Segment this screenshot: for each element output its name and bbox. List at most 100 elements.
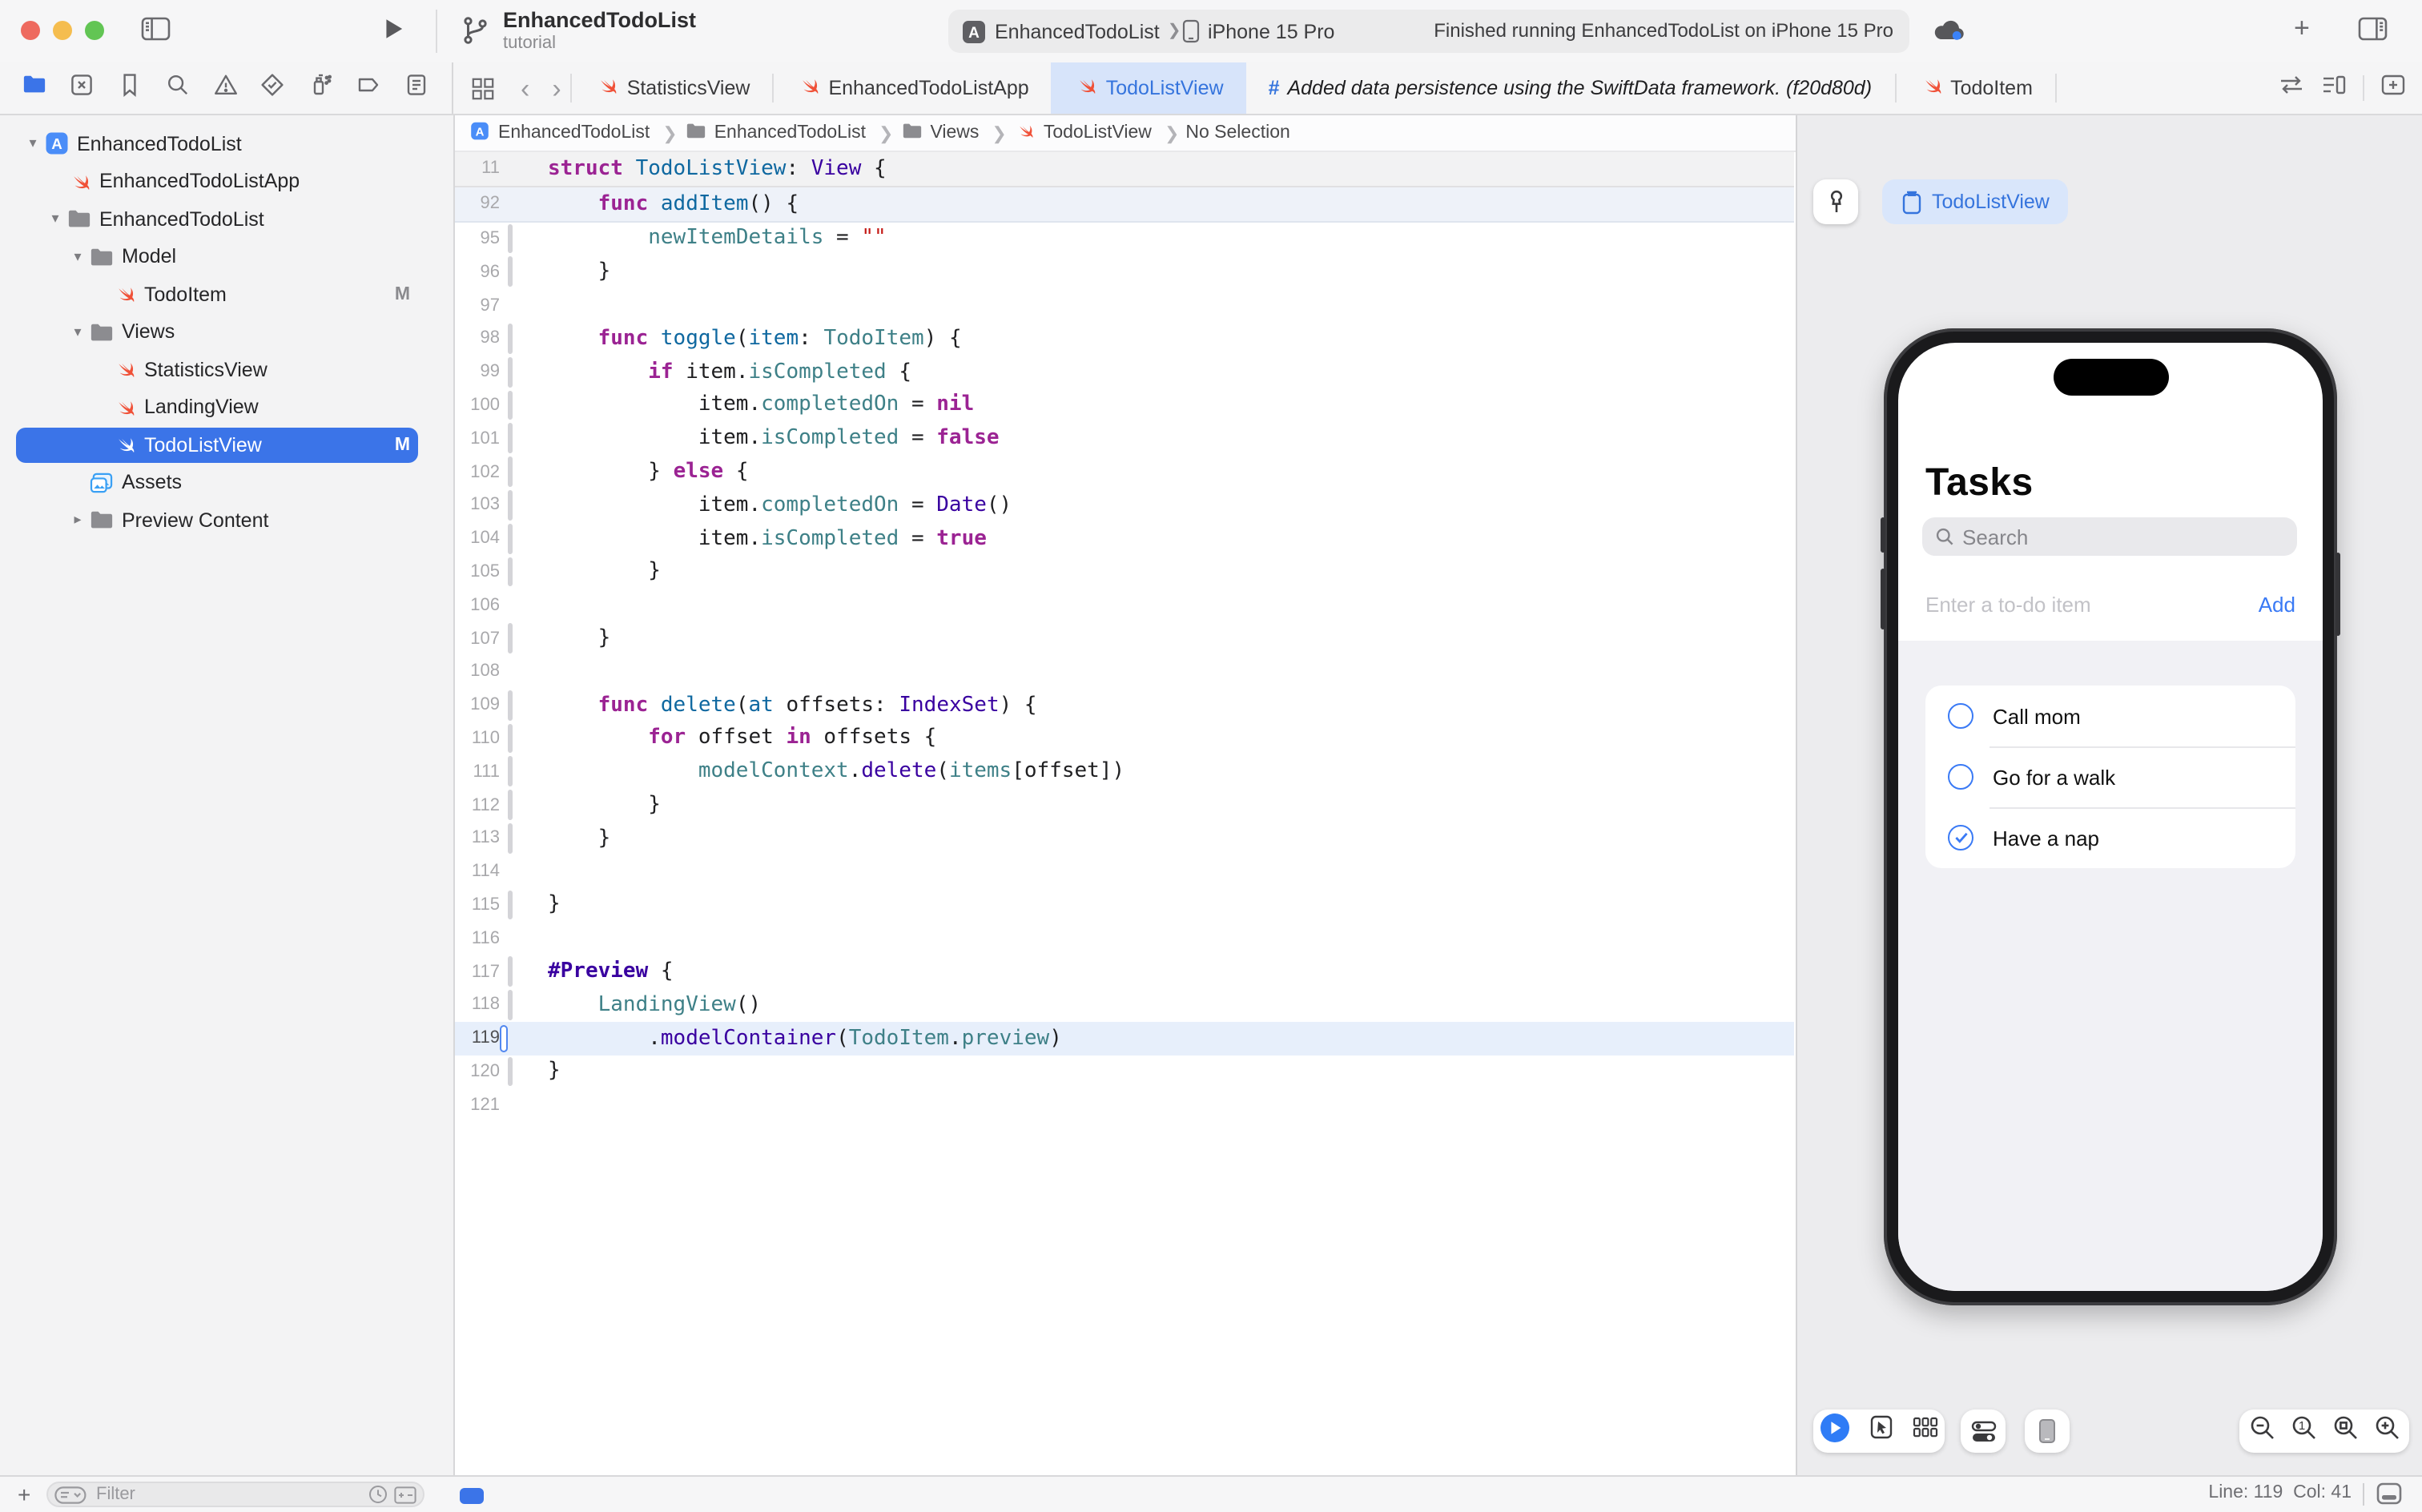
tests-navigator-icon[interactable] [260,71,286,105]
tab-todoitem[interactable]: TodoItem [1896,62,2055,114]
debug-navigator-icon[interactable] [308,71,334,105]
run-button[interactable] [381,16,405,50]
code-line-104: 104 item.isCompleted = true [455,522,1794,556]
disclosure-chevron-icon[interactable]: ▾ [67,248,88,266]
sidebar-item-assets[interactable]: Assets [0,464,453,501]
new-tab-button[interactable]: + [2294,13,2310,45]
todo-item[interactable]: Call mom [1925,686,2295,746]
preview-device-button[interactable] [2025,1409,2070,1453]
sidebar-item-statisticsview[interactable]: StatisticsView [0,351,453,388]
go-forward-button[interactable]: › [552,74,561,102]
run-destination-selector[interactable]: iPhone 15 Pro [1182,14,1334,48]
sidebar-item-enhancedtodolistapp[interactable]: EnhancedTodoListApp [0,163,453,200]
phone-power-button [2336,553,2340,636]
left-sidebar-toggle-icon[interactable] [141,16,171,50]
pin-preview-button[interactable] [1813,179,1858,224]
right-sidebar-toggle-icon[interactable] [2358,16,2388,50]
disclosure-chevron-icon[interactable]: ▾ [22,135,43,153]
todo-item[interactable]: Go for a walk [1925,746,2295,807]
tab-label: EnhancedTodoListApp [828,77,1028,99]
app-title: Tasks [1925,461,2034,506]
breadcrumb-item[interactable]: Views [899,120,979,146]
breadcrumb-item[interactable]: No Selection [1185,123,1289,143]
go-back-button[interactable]: ‹ [521,74,529,102]
editor-options-icon[interactable] [2321,73,2347,103]
sidebar-item-enhancedtodolist[interactable]: ▾AEnhancedTodoList [0,125,453,163]
tab-added[interactable]: #Added data persistence using the SwiftD… [1246,62,1895,114]
file-name: TodoItem [144,284,227,306]
breakpoints-navigator-icon[interactable] [356,71,381,105]
jump-bar: AEnhancedTodoList ❯ EnhancedTodoList ❯ Views… [455,115,1807,152]
todo-unchecked-icon[interactable] [1948,703,1973,729]
add-file-button[interactable]: + [18,1482,30,1507]
live-preview-button[interactable] [1820,1412,1850,1450]
scheme-name: EnhancedTodoList [995,20,1160,42]
issues-navigator-icon[interactable] [212,71,238,105]
editor-layout-icon[interactable] [2376,1482,2403,1512]
device-settings-button[interactable] [1961,1409,2006,1453]
chevron-right-icon: ❯ [662,123,677,143]
todo-item[interactable]: Have a nap [1925,807,2295,868]
new-todo-input[interactable]: Enter a to-do item [1925,592,2091,616]
editor-tab-bar: ‹ › StatisticsView EnhancedTodoListApp TodoL… [455,62,2422,114]
filter-input[interactable] [93,1483,362,1506]
svg-text:1: 1 [2298,1418,2304,1432]
tab-statisticsview[interactable]: StatisticsView [573,62,773,114]
close-window-button[interactable] [21,21,40,40]
minimize-window-button[interactable] [53,21,72,40]
bookmarks-navigator-icon[interactable] [117,71,143,105]
code-editor[interactable]: 11struct TodoListView: View {92 func add… [455,152,1794,1475]
file-name: Model [122,246,176,268]
code-line-112: 112 } [455,788,1794,822]
zoom-in-button[interactable] [2373,1413,2400,1449]
project-navigator-icon[interactable] [22,74,46,103]
code-line-115: 115} [455,888,1794,922]
variants-mode-button[interactable] [1913,1416,1938,1446]
tab-enhancedtodolistapp[interactable]: EnhancedTodoListApp [774,62,1051,114]
filter-field[interactable] [46,1482,424,1507]
find-navigator-icon[interactable] [164,71,190,105]
source-control-filter-icon[interactable] [394,1486,416,1503]
scheme-device-pill: A EnhancedTodoList ❯ iPhone 15 Pro Finis… [948,10,1909,53]
swap-editor-icon[interactable] [2278,73,2305,103]
breadcrumb-item[interactable]: AEnhancedTodoList [468,119,650,147]
folder-icon [88,508,114,533]
reports-navigator-icon[interactable] [404,71,429,105]
file-name: EnhancedTodoListApp [99,171,300,193]
sidebar-item-model[interactable]: ▾ Model [0,238,453,275]
sidebar-item-todoitem[interactable]: TodoItemM [0,275,453,313]
scheme-selector[interactable]: A EnhancedTodoList ❯ [961,14,1181,48]
file-name: EnhancedTodoList [99,208,264,231]
zoom-100-button[interactable]: 1 [2290,1413,2317,1449]
sidebar-item-enhancedtodolist[interactable]: ▾ EnhancedTodoList [0,200,453,238]
recent-files-clock-icon[interactable] [368,1485,388,1504]
code-line-108: 108 [455,655,1794,689]
disclosure-chevron-icon[interactable]: ▸ [67,512,88,529]
source-control-navigator-icon[interactable] [69,71,95,105]
sidebar-item-todolistview[interactable]: TodoListViewM [0,426,453,464]
cloud-sync-icon[interactable] [1932,16,1965,51]
selectable-mode-button[interactable] [1869,1414,1893,1448]
breadcrumb-item[interactable]: EnhancedTodoList [684,120,866,146]
breadcrumb-item[interactable]: TodoListView [1013,119,1152,147]
add-todo-button[interactable]: Add [2259,592,2295,616]
disclosure-chevron-icon[interactable]: ▾ [45,211,66,228]
related-items-button[interactable] [455,62,511,114]
sidebar-item-landingview[interactable]: LandingView [0,388,453,426]
code-line-120: 120} [455,1055,1794,1088]
swift-file-icon [1074,74,1098,103]
preview-target-chip[interactable]: TodoListView [1882,179,2069,224]
todo-unchecked-icon[interactable] [1948,764,1973,790]
todo-checked-icon[interactable] [1948,825,1973,850]
tab-todolistview[interactable]: TodoListView [1052,62,1246,114]
zoom-fit-button[interactable] [2331,1413,2359,1449]
add-editor-icon[interactable] [2380,73,2406,103]
chevron-right-icon: ❯ [1165,123,1179,143]
swift-file-icon [1918,74,1942,103]
sidebar-item-views[interactable]: ▾Views [0,313,453,351]
zoom-window-button[interactable] [85,21,104,40]
zoom-out-button[interactable] [2248,1413,2275,1449]
search-input[interactable]: Search [1922,517,2297,556]
disclosure-chevron-icon[interactable]: ▾ [67,324,88,341]
sidebar-item-preview-content[interactable]: ▸Preview Content [0,501,453,539]
